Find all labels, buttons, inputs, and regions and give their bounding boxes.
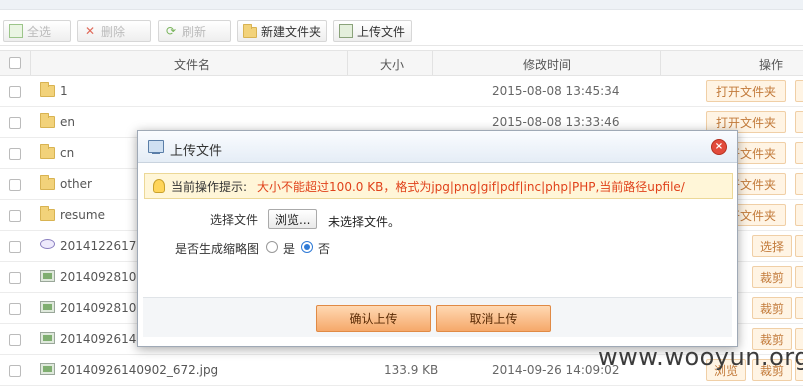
row-checkbox[interactable]	[9, 365, 21, 377]
select-file-button[interactable]: 选择	[752, 235, 792, 257]
file-modified-time: 2015-08-08 13:33:46	[492, 115, 620, 129]
browse-button[interactable]: 浏览...	[268, 209, 318, 229]
upload-icon	[339, 24, 353, 38]
operation-tip: 当前操作提示: 大小不能超过100.0 KB，格式为jpg|png|gif|pd…	[144, 173, 733, 199]
row-checkbox[interactable]	[9, 117, 21, 129]
thumbnail-yes-label: 是	[283, 242, 296, 256]
folder-icon	[40, 175, 55, 190]
column-divider	[30, 51, 31, 75]
refresh-label: 刷新	[182, 24, 207, 39]
row-checkbox[interactable]	[9, 272, 21, 284]
row-extra-action-button[interactable]	[795, 142, 803, 164]
row-checkbox[interactable]	[9, 210, 21, 222]
upload-label: 上传文件	[357, 24, 406, 39]
thumbnail-no-label: 否	[318, 242, 331, 256]
close-icon[interactable]: ×	[711, 139, 727, 155]
image-file-icon	[40, 363, 55, 375]
tip-label: 当前操作提示:	[171, 179, 248, 194]
top-strip	[0, 0, 803, 10]
lightbulb-icon	[153, 179, 165, 193]
refresh-button[interactable]: ⟳ 刷新	[158, 20, 231, 42]
select-all-label: 全选	[27, 24, 52, 39]
refresh-icon: ⟳	[165, 24, 177, 38]
row-extra-action-button[interactable]	[795, 173, 803, 195]
watermark: www.wooyun.org	[598, 343, 803, 371]
delete-label: 删除	[101, 24, 126, 39]
thumbnail-no-radio[interactable]	[301, 241, 313, 253]
toolbar: 全选 ✕ 删除 ⟳ 刷新 新建文件夹 上传文件	[0, 10, 803, 46]
checklist-icon	[9, 24, 23, 38]
crop-button[interactable]: 裁剪	[752, 266, 792, 288]
table-row[interactable]: 1 2015-08-08 13:45:34 打开文件夹	[0, 76, 803, 107]
header-checkbox[interactable]	[9, 57, 21, 69]
monitor-icon	[148, 140, 164, 154]
row-checkbox[interactable]	[9, 241, 21, 253]
file-name[interactable]: en	[60, 115, 75, 129]
php-file-icon	[40, 239, 55, 249]
upload-button[interactable]: 上传文件	[333, 20, 412, 42]
row-extra-action-button[interactable]	[795, 111, 803, 133]
grid-header: 文件名 大小 修改时间 操作	[0, 50, 803, 76]
new-folder-label: 新建文件夹	[260, 24, 321, 39]
column-name: 文件名	[174, 58, 211, 72]
row-extra-action-button[interactable]	[795, 235, 803, 257]
column-modified: 修改时间	[523, 58, 572, 72]
folder-icon	[40, 113, 55, 128]
image-file-icon	[40, 301, 55, 313]
no-file-text: 未选择文件。	[328, 215, 401, 229]
image-file-icon	[40, 270, 55, 282]
crop-button[interactable]: 裁剪	[752, 297, 792, 319]
column-action: 操作	[759, 58, 784, 72]
cancel-upload-button[interactable]: 取消上传	[436, 305, 551, 332]
column-size: 大小	[380, 58, 405, 72]
file-size: 133.9 KB	[384, 363, 439, 377]
row-checkbox[interactable]	[9, 303, 21, 315]
thumbnail-label: 是否生成缩略图	[175, 242, 260, 256]
delete-button[interactable]: ✕ 删除	[77, 20, 151, 42]
file-modified-time: 2015-08-08 13:45:34	[492, 84, 620, 98]
confirm-upload-button[interactable]: 确认上传	[316, 305, 431, 332]
delete-icon: ✕	[84, 24, 96, 38]
file-name[interactable]: other	[60, 177, 92, 191]
row-checkbox[interactable]	[9, 334, 21, 346]
new-folder-button[interactable]: 新建文件夹	[237, 20, 327, 42]
file-name[interactable]: cn	[60, 146, 74, 160]
folder-icon	[40, 144, 55, 159]
column-divider	[660, 51, 661, 75]
row-extra-action-button[interactable]	[795, 204, 803, 226]
folder-icon	[40, 206, 55, 221]
dialog-footer: 确认上传 取消上传	[143, 297, 732, 337]
choose-file-label: 选择文件	[210, 213, 259, 227]
dialog-title: 上传文件	[170, 144, 223, 159]
dialog-titlebar[interactable]: 上传文件 ×	[138, 131, 737, 163]
image-file-icon	[40, 332, 55, 344]
file-name[interactable]: 1	[60, 84, 68, 98]
thumbnail-yes-radio[interactable]	[266, 241, 278, 253]
row-checkbox[interactable]	[9, 179, 21, 191]
upload-dialog: 上传文件 × 当前操作提示: 大小不能超过100.0 KB，格式为jpg|png…	[137, 130, 738, 347]
row-extra-action-button[interactable]	[795, 266, 803, 288]
column-divider	[347, 51, 348, 75]
row-extra-action-button[interactable]	[795, 80, 803, 102]
row-checkbox[interactable]	[9, 148, 21, 160]
tip-message: 大小不能超过100.0 KB，格式为jpg|png|gif|pdf|inc|ph…	[257, 179, 685, 194]
open-folder-button[interactable]: 打开文件夹	[706, 80, 786, 102]
folder-icon	[40, 82, 55, 97]
select-all-button[interactable]: 全选	[3, 20, 71, 42]
row-extra-action-button[interactable]	[795, 297, 803, 319]
file-name[interactable]: 20140926140902_672.jpg	[60, 363, 218, 377]
folder-icon	[243, 23, 257, 38]
column-divider	[432, 51, 433, 75]
file-name[interactable]: resume	[60, 208, 105, 222]
row-checkbox[interactable]	[9, 86, 21, 98]
